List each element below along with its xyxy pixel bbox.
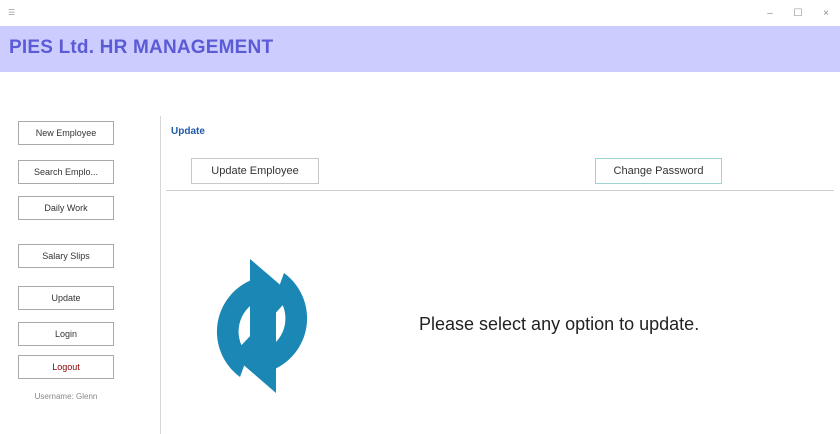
- minimize-button[interactable]: –: [756, 6, 784, 22]
- update-button[interactable]: Update: [18, 286, 114, 310]
- app-icon: ☰: [8, 8, 16, 17]
- app-header: PIES Ltd. HR MANAGEMENT: [0, 26, 840, 72]
- logout-button[interactable]: Logout: [18, 355, 114, 379]
- salary-slips-button[interactable]: Salary Slips: [18, 244, 114, 268]
- refresh-sync-icon: [216, 259, 308, 393]
- window-titlebar: ☰ – ☐ ×: [0, 0, 840, 26]
- tab-divider: [166, 190, 834, 191]
- username-label: Username: Glenn: [34, 392, 98, 401]
- change-password-button[interactable]: Change Password: [595, 158, 722, 184]
- update-employee-button[interactable]: Update Employee: [191, 158, 319, 184]
- close-button[interactable]: ×: [812, 6, 840, 22]
- sidebar-divider: [160, 116, 161, 434]
- section-label: Update: [171, 126, 205, 137]
- login-button[interactable]: Login: [18, 322, 114, 346]
- app-title: PIES Ltd. HR MANAGEMENT: [9, 37, 274, 58]
- new-employee-button[interactable]: New Employee: [18, 121, 114, 145]
- daily-work-button[interactable]: Daily Work: [18, 196, 114, 220]
- maximize-button[interactable]: ☐: [784, 6, 812, 22]
- info-message: Please select any option to update.: [419, 314, 700, 334]
- search-employee-button[interactable]: Search Emplo...: [18, 160, 114, 184]
- window-controls: – ☐ ×: [756, 6, 840, 22]
